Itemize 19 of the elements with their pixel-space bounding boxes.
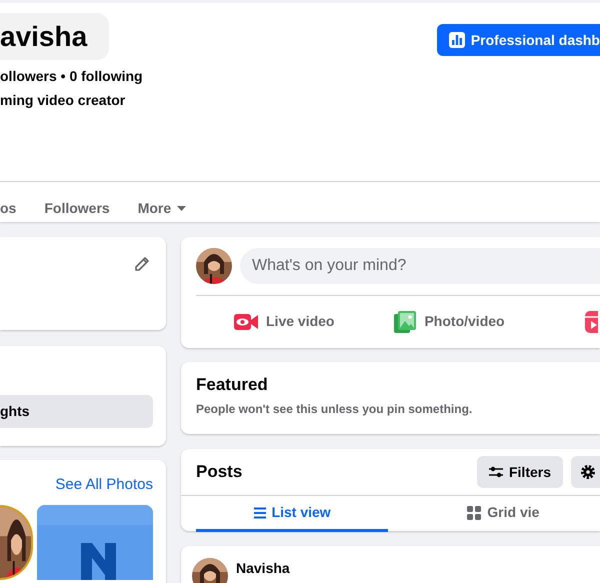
profile-tab[interactable]: Followers — [44, 198, 110, 218]
live-video-button[interactable]: Live video — [234, 311, 334, 332]
see-all-photos-link[interactable]: See All Photos — [55, 474, 153, 496]
highlights-button[interactable]: ghts — [0, 395, 153, 428]
professional-dashboard-button[interactable]: Professional dashb — [436, 24, 600, 56]
featured-hint: People won't see this unless you pin something. — [196, 400, 474, 418]
post-author: Navisha — [236, 559, 290, 578]
view-tab[interactable]: List view — [196, 496, 388, 532]
profile-name: avisha — [0, 13, 110, 60]
filters-button[interactable]: Filters — [476, 456, 563, 488]
profile-tab[interactable]: More — [138, 198, 186, 218]
profile-tab[interactable]: os — [0, 198, 16, 218]
posts-heading: Posts — [196, 461, 242, 484]
featured-heading: Featured — [196, 374, 269, 396]
follow-stats: ollowers • 0 following — [0, 67, 143, 86]
post-composer-field[interactable]: What's on your mind? — [240, 248, 600, 284]
profile-bio: ming video creator — [0, 91, 126, 110]
photo-video-button[interactable]: Photo/video — [394, 310, 505, 332]
view-tab[interactable]: Grid vie — [461, 496, 600, 532]
